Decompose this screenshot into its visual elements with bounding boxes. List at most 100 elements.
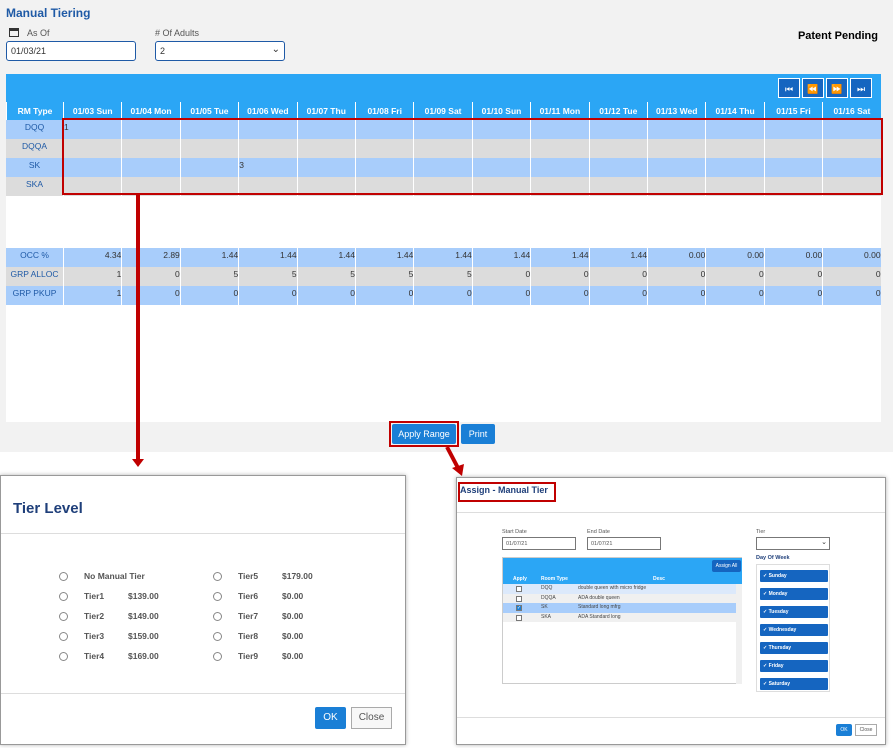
scrollbar[interactable] [736, 584, 742, 684]
row-label: DQQ [24, 122, 45, 132]
grid-cell[interactable]: 0 [822, 286, 881, 305]
grid-cell[interactable]: 1.44 [296, 248, 355, 267]
apply-checkbox[interactable]: ✓ [516, 605, 522, 611]
grid-cell[interactable]: 0.00 [647, 248, 705, 267]
grid-cell[interactable]: 0 [121, 286, 180, 305]
column-header: RM Type [6, 102, 63, 120]
as-of-input[interactable]: 01/03/21 [6, 41, 136, 61]
row-label: GRP PKUP [12, 288, 57, 298]
grid-nav-button[interactable]: ⏪ [802, 78, 824, 98]
table-row: DQQA ADA double queen [503, 593, 736, 603]
tier-radio[interactable] [59, 572, 68, 581]
grid-cell[interactable]: 1.44 [355, 248, 413, 267]
grid-cell[interactable]: 0.00 [705, 248, 764, 267]
grid-nav-button[interactable]: ⏭ [850, 78, 872, 98]
grid-cell[interactable]: 0 [296, 286, 355, 305]
room-desc: ADA Standard long [578, 613, 621, 620]
row-label: SK [28, 160, 41, 170]
tier-name: Tier7 [238, 611, 259, 621]
tier-radio[interactable] [59, 652, 68, 661]
day-toggle-button[interactable]: ✓ Tuesday [760, 606, 828, 618]
apply-checkbox[interactable] [516, 614, 522, 621]
day-toggle-button[interactable]: ✓ Monday [760, 588, 828, 600]
grid-nav-button[interactable]: ⏮ [778, 78, 800, 98]
tier-radio[interactable] [59, 632, 68, 641]
col-desc: Desc [653, 576, 665, 582]
grid-cell[interactable]: 0 [413, 286, 472, 305]
grid-cell[interactable]: 0 [763, 267, 822, 286]
grid-cell[interactable]: 5 [355, 267, 413, 286]
grid-cell[interactable]: 5 [413, 267, 472, 286]
grid-cell[interactable]: 0 [530, 267, 589, 286]
grid-cell[interactable]: 0 [121, 267, 180, 286]
grid-cell[interactable]: 0 [471, 286, 530, 305]
grid-cell[interactable]: 1 [63, 286, 121, 305]
grid-cell[interactable]: 5 [238, 267, 297, 286]
grid-cell[interactable]: 1.44 [530, 248, 589, 267]
calendar-icon [9, 28, 19, 37]
col-apply: Apply [513, 576, 527, 582]
grid-cell[interactable]: 0.00 [822, 248, 881, 267]
grid-cell[interactable]: 0 [471, 267, 530, 286]
apply-checkbox[interactable] [516, 595, 522, 602]
manual-tiering-panel: Manual Tiering As Of 01/03/21 # Of Adult… [0, 0, 893, 452]
arrow-diagonal-icon [445, 446, 464, 476]
day-toggle-button[interactable]: ✓ Saturday [760, 678, 828, 690]
grid-cell[interactable]: 4.34 [63, 248, 121, 267]
grid-cell[interactable]: 0 [822, 267, 881, 286]
end-date-input[interactable]: 01/07/21 [587, 537, 661, 550]
grid-cell[interactable]: 0 [238, 286, 297, 305]
adults-select[interactable]: 2 ⌄ [155, 41, 285, 61]
divider [1, 693, 405, 694]
tier-radio[interactable] [213, 632, 222, 641]
ok-button[interactable]: OK [836, 724, 852, 736]
grid-cell[interactable]: 5 [179, 267, 238, 286]
grid-cell[interactable]: 0 [588, 267, 647, 286]
grid-cell[interactable]: 0 [530, 286, 589, 305]
grid-cell[interactable]: 1.44 [179, 248, 238, 267]
highlight-box-grid [62, 118, 883, 195]
grid-cell[interactable]: 5 [296, 267, 355, 286]
day-toggle-button[interactable]: ✓ Sunday [760, 570, 828, 582]
start-date-input[interactable]: 01/07/21 [502, 537, 576, 550]
grid-cell[interactable]: 1.44 [413, 248, 472, 267]
grid-cell[interactable]: 1.44 [238, 248, 297, 267]
grid-cell[interactable]: 0 [705, 286, 764, 305]
grid-cell[interactable]: 0 [647, 267, 705, 286]
print-button[interactable]: Print [461, 424, 495, 444]
room-desc: double queen with micro fridge [578, 585, 647, 591]
grid-cell[interactable]: 0 [355, 286, 413, 305]
start-date-label: Start Date [502, 529, 527, 535]
close-button[interactable]: Close [351, 707, 392, 729]
tier-radio[interactable] [59, 592, 68, 601]
tier-level-dialog: Tier Level No Manual Tier Tier1 $139.00 Tie… [0, 475, 406, 745]
tier-radio[interactable] [59, 612, 68, 621]
grid-cell[interactable]: 0 [588, 286, 647, 305]
ok-button[interactable]: OK [315, 707, 346, 729]
room-desc: ADA double queen [578, 594, 620, 601]
day-toggle-button[interactable]: ✓ Friday [760, 660, 828, 672]
assign-all-button[interactable]: Assign All [712, 560, 741, 572]
tier-radio[interactable] [213, 572, 222, 581]
tier-price: $179.00 [282, 571, 313, 581]
grid-cell[interactable]: 2.89 [121, 248, 180, 267]
grid-cell[interactable]: 0 [763, 286, 822, 305]
grid-cell[interactable]: 1.44 [588, 248, 647, 267]
tier-radio[interactable] [213, 652, 222, 661]
grid-cell[interactable]: 0 [647, 286, 705, 305]
grid-nav-button[interactable]: ⏩ [826, 78, 848, 98]
close-button[interactable]: Close [855, 724, 877, 736]
grid-cell[interactable]: 1.44 [471, 248, 530, 267]
tier-name: Tier6 [238, 591, 259, 601]
tier-select[interactable]: ⌄ [756, 537, 830, 550]
tier-radio[interactable] [213, 592, 222, 601]
grid-cell[interactable]: 0 [705, 267, 764, 286]
apply-checkbox[interactable] [516, 586, 522, 592]
tier-name: Tier5 [238, 571, 259, 581]
day-toggle-button[interactable]: ✓ Wednesday [760, 624, 828, 636]
tier-radio[interactable] [213, 612, 222, 621]
grid-cell[interactable]: 0.00 [763, 248, 822, 267]
grid-cell[interactable]: 0 [179, 286, 238, 305]
grid-cell[interactable]: 1 [63, 267, 121, 286]
day-toggle-button[interactable]: ✓ Thursday [760, 642, 828, 654]
